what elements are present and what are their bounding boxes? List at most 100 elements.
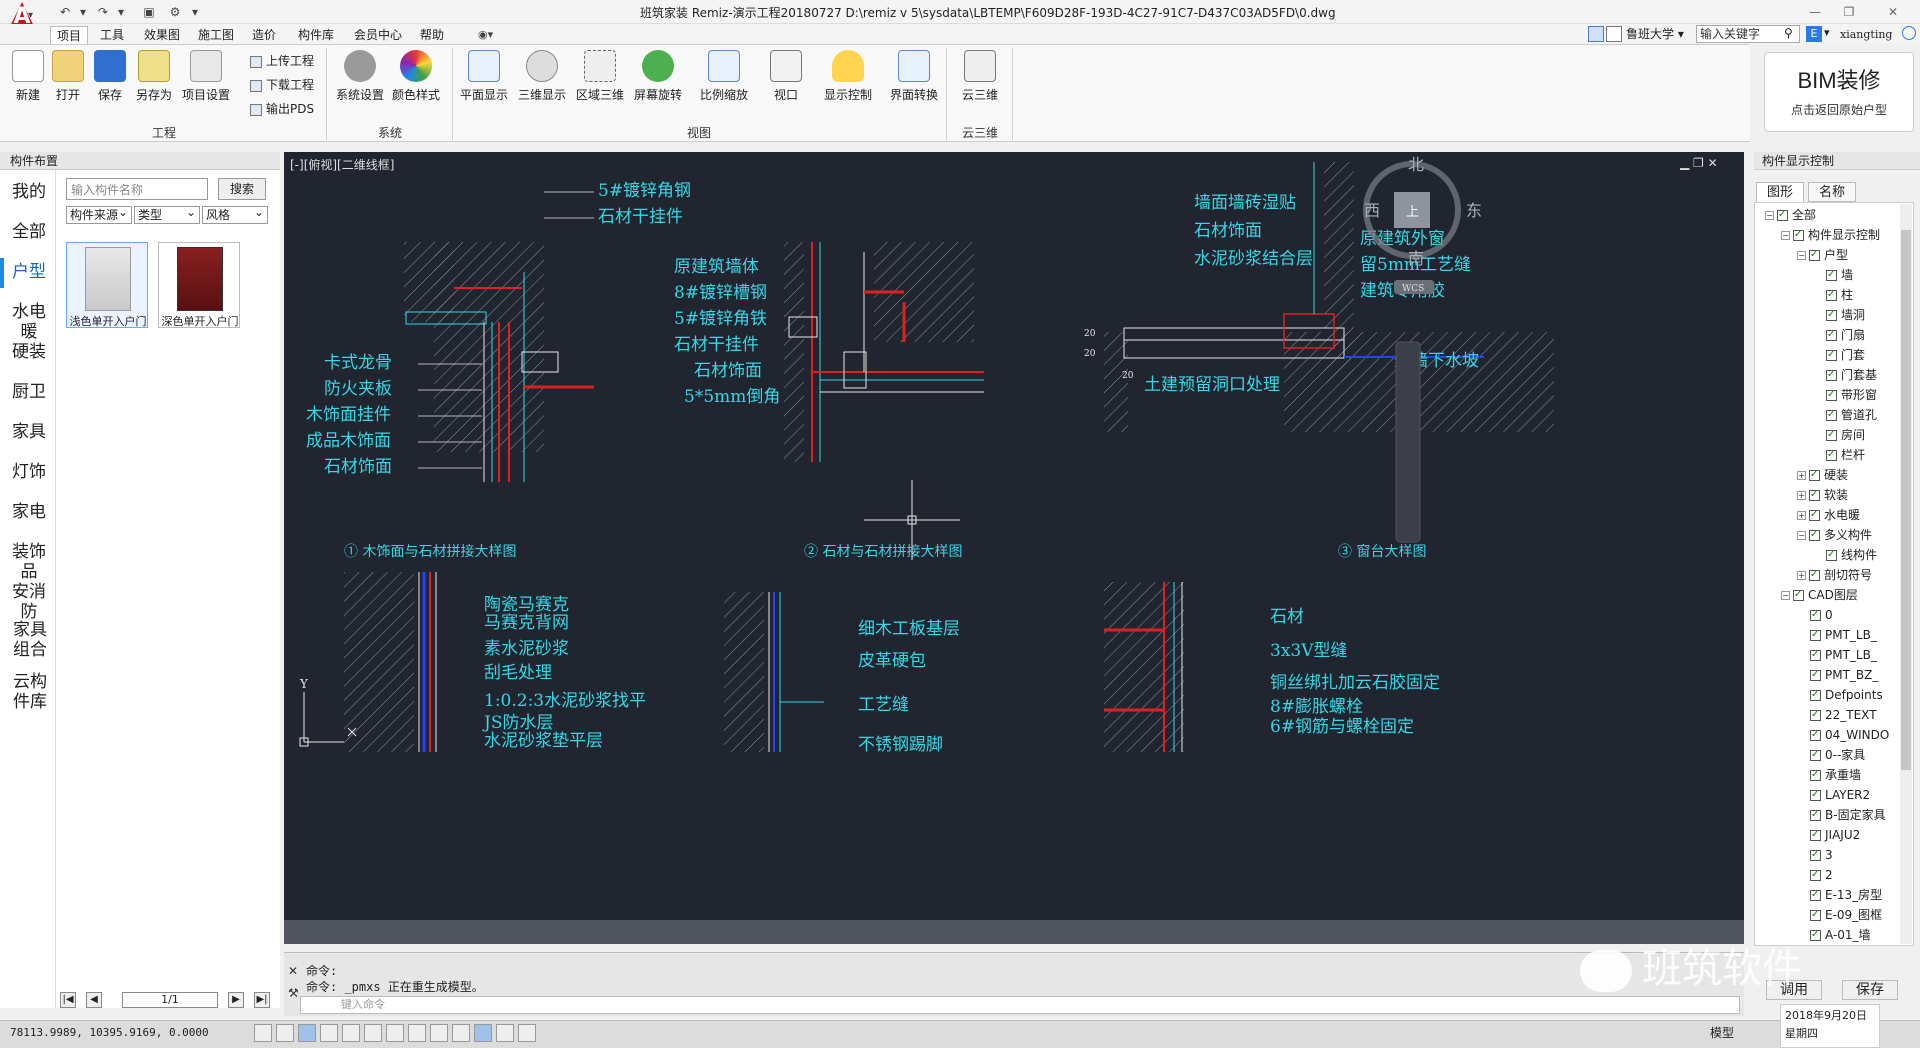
visibility-checkbox[interactable] <box>1826 345 1837 365</box>
tree-node[interactable]: + 软装 <box>1797 485 1848 505</box>
component-card[interactable]: 深色单开入户门 <box>158 242 240 328</box>
category-lighting[interactable]: 灯饰 <box>4 462 54 482</box>
tab-render[interactable]: 效果图 <box>138 26 186 44</box>
search-button[interactable]: 搜索 <box>218 178 266 200</box>
category-ornament[interactable]: 装饰品 <box>4 542 54 582</box>
tree-node[interactable]: 04_WINDO <box>1797 725 1889 745</box>
annotation-toggle[interactable] <box>496 1024 514 1042</box>
tab-graphic[interactable]: 图形 <box>1756 182 1805 202</box>
tree-node[interactable]: 门套 <box>1813 345 1865 365</box>
lineweight-toggle[interactable] <box>430 1024 448 1042</box>
osnap-toggle[interactable] <box>342 1024 360 1042</box>
tab-library[interactable]: 构件库 <box>292 26 340 44</box>
category-house[interactable]: 户型 <box>4 262 54 282</box>
visibility-checkbox[interactable] <box>1810 605 1821 625</box>
category-hard-decor[interactable]: 硬装 <box>4 342 54 362</box>
tree-node[interactable]: PMT_LB_ <box>1797 645 1877 665</box>
tree-node[interactable]: 柱 <box>1813 285 1853 305</box>
tree-node[interactable]: 3 <box>1797 845 1833 865</box>
system-settings-button[interactable]: 系统设置 <box>336 50 384 110</box>
redo-icon[interactable]: ↷ <box>94 3 112 21</box>
tree-node[interactable]: E-13_房型 <box>1797 885 1882 905</box>
visibility-checkbox[interactable] <box>1826 285 1837 305</box>
save-button[interactable]: 保存 <box>86 50 134 110</box>
category-appliance[interactable]: 家电 <box>4 502 54 522</box>
visibility-checkbox[interactable] <box>1826 445 1837 465</box>
tab-cost[interactable]: 造价 <box>246 26 282 44</box>
component-search-input[interactable]: 输入构件名称 <box>66 178 208 200</box>
category-fire-safety[interactable]: 安消防 <box>4 582 54 622</box>
cad-drawing[interactable]: 5#镀锌角钢 石材干挂件 卡式龙骨 防火夹板 木饰面挂件 成品木饰面 石材饰面 … <box>284 152 1744 920</box>
visibility-checkbox[interactable] <box>1810 625 1821 645</box>
prev-page-button[interactable]: ◀ <box>86 992 102 1008</box>
open-button[interactable]: 打开 <box>44 50 92 110</box>
download-project-button[interactable]: 下载工程 <box>250 76 314 96</box>
category-kitchen-bath[interactable]: 厨卫 <box>4 382 54 402</box>
tab-tools[interactable]: 工具 <box>94 26 130 44</box>
visibility-checkbox[interactable] <box>1810 645 1821 665</box>
chevron-down-icon[interactable]: ▾ <box>28 10 33 21</box>
last-page-button[interactable]: ▶| <box>254 992 270 1008</box>
tree-node[interactable]: 22_TEXT <box>1797 705 1877 725</box>
visibility-checkbox[interactable] <box>1826 425 1837 445</box>
type-filter[interactable]: 类型 <box>134 206 200 224</box>
tree-node[interactable]: 2 <box>1797 865 1833 885</box>
tree-node[interactable]: 门扇 <box>1813 325 1865 345</box>
ortho-toggle[interactable] <box>298 1024 316 1042</box>
visibility-checkbox[interactable] <box>1810 705 1821 725</box>
collapse-icon[interactable]: − <box>1781 591 1790 600</box>
tree-scrollbar-thumb[interactable] <box>1901 230 1911 770</box>
3d-view-button[interactable]: 三维显示 <box>518 50 566 110</box>
visibility-checkbox[interactable] <box>1810 665 1821 685</box>
visibility-checkbox[interactable] <box>1810 725 1821 745</box>
otrack-toggle[interactable] <box>364 1024 382 1042</box>
category-mine[interactable]: 我的 <box>4 182 54 202</box>
visibility-checkbox[interactable] <box>1809 465 1820 485</box>
e-icon[interactable]: E <box>1806 26 1822 42</box>
tree-node[interactable]: 线构件 <box>1813 545 1877 565</box>
visibility-checkbox[interactable] <box>1810 885 1821 905</box>
tree-node[interactable]: − 构件显示控制 <box>1781 225 1880 245</box>
close-button[interactable]: ✕ <box>1878 2 1908 22</box>
user-name[interactable]: xiangting <box>1840 28 1892 41</box>
project-settings-button[interactable]: 项目设置 <box>182 50 230 110</box>
visibility-checkbox[interactable] <box>1809 565 1820 585</box>
category-furniture[interactable]: 家具 <box>4 422 54 442</box>
visibility-checkbox[interactable] <box>1810 845 1821 865</box>
interface-switch-button[interactable]: 界面转换 <box>890 50 938 110</box>
visibility-checkbox[interactable] <box>1810 765 1821 785</box>
viewport-label[interactable]: [-][俯视][二维线框] <box>290 156 394 173</box>
chat-icon[interactable]: ◉▾ <box>478 28 493 41</box>
first-page-button[interactable]: |◀ <box>60 992 76 1008</box>
tree-node[interactable]: PMT_LB_ <box>1797 625 1877 645</box>
tab-help[interactable]: 帮助 <box>414 26 450 44</box>
collapse-icon[interactable]: − <box>1781 231 1790 240</box>
visibility-checkbox[interactable] <box>1826 325 1837 345</box>
command-input[interactable]: 键入命令 <box>300 996 1740 1014</box>
visibility-checkbox[interactable] <box>1810 685 1821 705</box>
undo-icon[interactable]: ↶ <box>56 3 74 21</box>
selection-cycling-toggle[interactable] <box>474 1024 492 1042</box>
snap-toggle[interactable] <box>254 1024 272 1042</box>
export-pds-button[interactable]: 输出PDS <box>250 100 314 120</box>
expand-icon[interactable]: + <box>1797 511 1806 520</box>
tree-node[interactable]: E-09_图框 <box>1797 905 1882 925</box>
page-indicator[interactable]: 1/1 <box>122 992 218 1008</box>
category-mep[interactable]: 水电暖 <box>4 302 54 342</box>
chevron-down-icon[interactable]: ▾ <box>1824 26 1830 39</box>
chevron-down-icon[interactable]: ▾ <box>112 3 130 21</box>
visibility-checkbox[interactable] <box>1810 805 1821 825</box>
visibility-checkbox[interactable] <box>1777 205 1788 225</box>
visibility-checkbox[interactable] <box>1826 405 1837 425</box>
search-icon[interactable]: ⚲ <box>1784 26 1793 40</box>
color-style-button[interactable]: 颜色样式 <box>392 50 440 110</box>
tree-node[interactable]: − CAD图层 <box>1781 585 1858 605</box>
tree-node[interactable]: + 剖切符号 <box>1797 565 1872 585</box>
chevron-down-icon[interactable]: ▾ <box>186 3 204 21</box>
tree-node[interactable]: 带形窗 <box>1813 385 1877 405</box>
viewport-button[interactable]: 视口 <box>762 50 810 110</box>
save-icon[interactable]: ▣ <box>140 3 158 21</box>
tree-node[interactable]: 门套基 <box>1813 365 1877 385</box>
dyn-toggle[interactable] <box>408 1024 426 1042</box>
tree-node[interactable]: 承重墙 <box>1797 765 1861 785</box>
